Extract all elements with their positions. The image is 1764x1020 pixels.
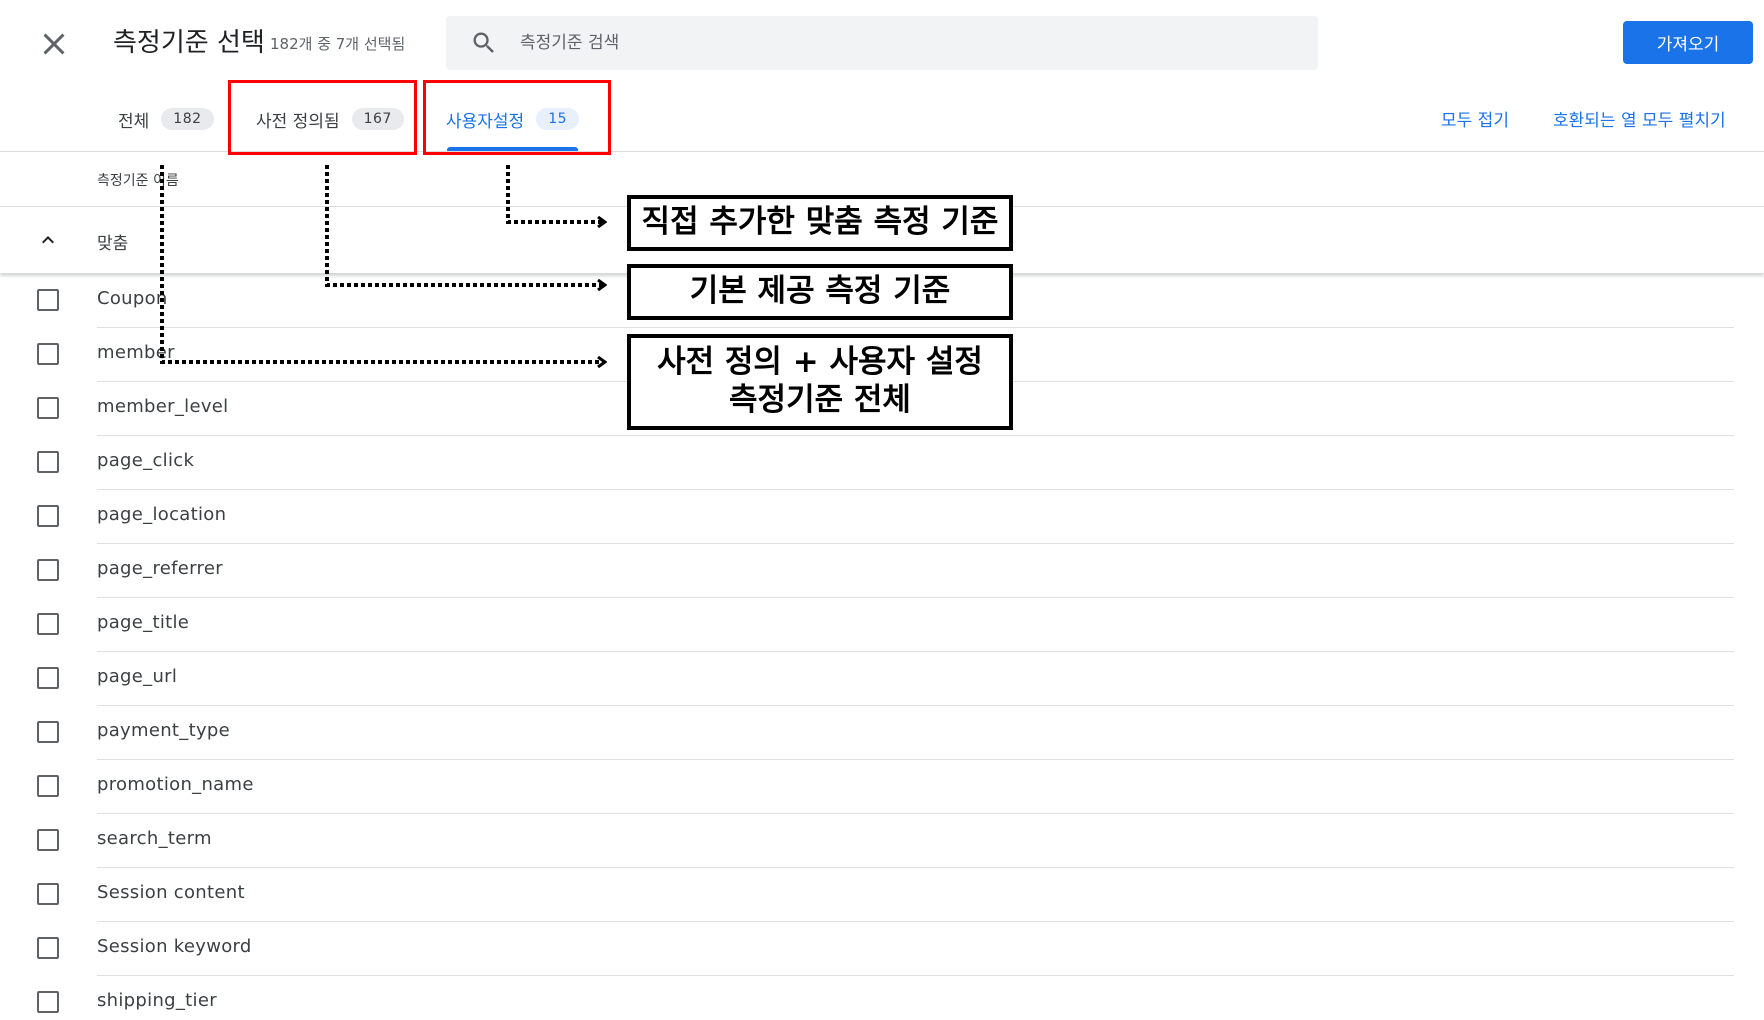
group-label: 맞춤 [97,234,129,254]
row-label: page_click [97,450,195,471]
row-label: payment_type [97,720,230,741]
annotation-all: 사전 정의 + 사용자 설정 측정기준 전체 [627,334,1013,430]
close-button[interactable] [36,26,72,62]
table-row[interactable]: search_term [0,814,1764,868]
table-row[interactable]: Session keyword [0,922,1764,976]
search-box[interactable] [446,16,1318,70]
row-label: Coupon [97,288,168,309]
row-checkbox[interactable] [37,667,59,689]
tab-label: 사전 정의됨 [256,111,340,132]
row-label: shipping_tier [97,990,217,1011]
tab-predefined[interactable]: 사전 정의됨 167 [256,104,404,134]
row-label: Session content [97,882,245,903]
tab-count-badge: 15 [536,108,580,130]
row-label: page_referrer [97,558,223,579]
row-checkbox[interactable] [37,775,59,797]
row-checkbox[interactable] [37,289,59,311]
row-checkbox[interactable] [37,829,59,851]
tab-count-badge: 167 [351,108,404,130]
table-row[interactable]: payment_type [0,706,1764,760]
row-label: page_title [97,612,190,633]
row-checkbox[interactable] [37,451,59,473]
search-icon [473,32,494,53]
table-row[interactable]: Session content [0,868,1764,922]
tab-label: 사용자설정 [446,111,525,132]
row-checkbox[interactable] [37,505,59,527]
close-icon [43,33,65,55]
annotation-text: 기본 제공 측정 기준 [689,273,951,310]
row-label: promotion_name [97,774,254,795]
table-row[interactable]: page_location [0,490,1764,544]
column-header: 측정기준 이름 [97,173,179,189]
row-label: search_term [97,828,212,849]
row-checkbox[interactable] [37,721,59,743]
annotation-predefined: 기본 제공 측정 기준 [627,264,1013,320]
search-input[interactable] [520,16,1280,70]
row-label: member [97,342,175,363]
row-checkbox[interactable] [37,613,59,635]
row-checkbox[interactable] [37,883,59,905]
row-checkbox[interactable] [37,397,59,419]
tab-all[interactable]: 전체 182 [118,104,214,134]
row-label: Session keyword [97,936,252,957]
annotation-text: 직접 추가한 맞춤 측정 기준 [641,204,999,241]
table-row[interactable]: page_title [0,598,1764,652]
row-checkbox[interactable] [37,559,59,581]
table-row[interactable]: shipping_tier [0,976,1764,1020]
chevron-up-icon[interactable] [36,228,60,252]
annotation-custom: 직접 추가한 맞춤 측정 기준 [627,195,1013,251]
row-label: page_url [97,666,178,687]
collapse-all-button[interactable]: 모두 접기 [1441,106,1509,131]
import-button[interactable]: 가져오기 [1623,21,1753,64]
annotation-text-line2: 측정기준 전체 [729,382,911,418]
tab-count-badge: 182 [161,108,214,130]
table-row[interactable]: page_click [0,436,1764,490]
table-row[interactable]: promotion_name [0,760,1764,814]
row-label: page_location [97,504,227,525]
row-checkbox[interactable] [37,343,59,365]
table-row[interactable]: page_referrer [0,544,1764,598]
expand-all-button[interactable]: 호환되는 열 모두 펼치기 [1553,106,1726,131]
annotation-text-line1: 사전 정의 + 사용자 설정 [657,344,983,381]
dialog-title: 측정기준 선택 [113,28,265,58]
row-checkbox[interactable] [37,991,59,1013]
row-label: member_level [97,396,229,417]
tab-label: 전체 [118,111,150,132]
divider [0,151,1764,152]
tab-custom[interactable]: 사용자설정 15 [446,104,580,134]
row-checkbox[interactable] [37,937,59,959]
table-row[interactable]: page_url [0,652,1764,706]
selection-count: 182개 중 7개 선택됨 [270,35,406,53]
